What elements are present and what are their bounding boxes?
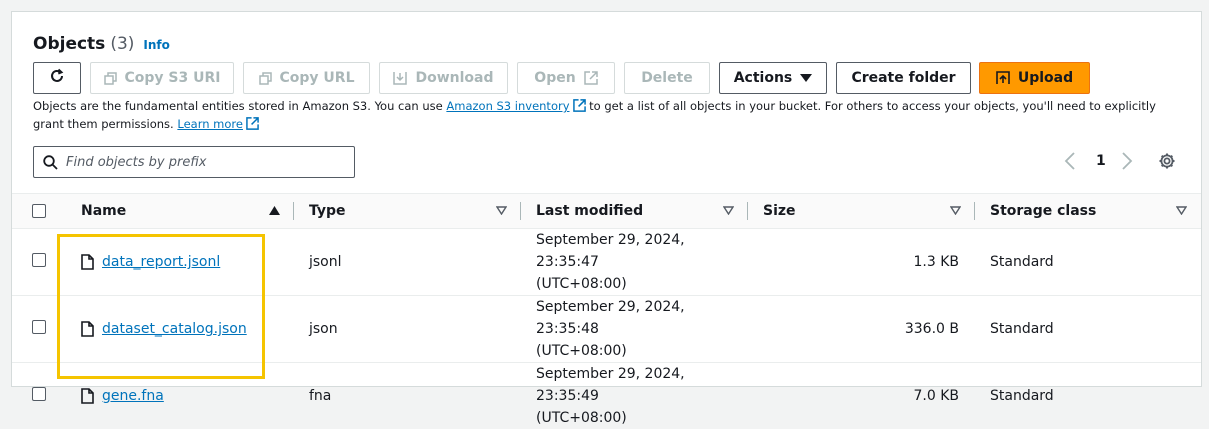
- upload-icon: [996, 71, 1010, 85]
- column-header-type[interactable]: Type: [294, 194, 521, 229]
- modified-timezone: (UTC+08:00): [536, 273, 748, 295]
- copy-s3-uri-button[interactable]: Copy S3 URI: [90, 62, 234, 94]
- refresh-icon: [49, 68, 65, 88]
- column-header-size[interactable]: Size: [748, 194, 975, 229]
- refresh-button[interactable]: [33, 62, 81, 94]
- modified-date: September 29, 2024, 23:35:47: [536, 229, 748, 273]
- row-checkbox[interactable]: [32, 320, 46, 334]
- object-storage-class: Standard: [975, 229, 1201, 296]
- description: Objects are the fundamental entities sto…: [33, 98, 1183, 134]
- sort-caret-icon[interactable]: [1176, 203, 1187, 219]
- info-link[interactable]: Info: [143, 38, 169, 52]
- table-row[interactable]: dataset_catalog.json json September 29, …: [12, 296, 1201, 363]
- column-header-last-modified[interactable]: Last modified: [521, 194, 748, 229]
- column-label-size: Size: [763, 203, 950, 219]
- object-count: (3): [110, 34, 134, 54]
- column-label-name: Name: [81, 203, 269, 219]
- objects-panel: Objects (3) Info Copy S3 URI Copy URL Do…: [11, 11, 1202, 387]
- table-row[interactable]: data_report.jsonl jsonl September 29, 20…: [12, 229, 1201, 296]
- download-button[interactable]: Download: [379, 62, 508, 94]
- sort-caret-icon[interactable]: [723, 203, 734, 219]
- objects-header: Objects (3) Info: [33, 34, 170, 54]
- file-icon: [81, 321, 94, 337]
- delete-button[interactable]: Delete: [624, 62, 710, 94]
- object-last-modified: September 29, 2024, 23:35:48(UTC+08:00): [521, 296, 748, 363]
- copy-url-button[interactable]: Copy URL: [243, 62, 370, 94]
- object-name-link[interactable]: dataset_catalog.json: [102, 321, 247, 337]
- select-all-checkbox[interactable]: [32, 204, 46, 218]
- column-header-storage-class[interactable]: Storage class: [975, 194, 1201, 229]
- object-name-link[interactable]: data_report.jsonl: [102, 254, 220, 270]
- row-checkbox[interactable]: [32, 253, 46, 267]
- next-page-icon[interactable]: [1121, 152, 1133, 174]
- upload-button[interactable]: Upload: [979, 62, 1090, 94]
- external-link-icon: [584, 71, 598, 85]
- page-title: Objects: [33, 34, 105, 54]
- open-button[interactable]: Open: [517, 62, 615, 94]
- previous-page-icon[interactable]: [1064, 152, 1076, 174]
- select-all-header: [12, 194, 66, 229]
- actions-label: Actions: [734, 70, 793, 86]
- file-icon: [81, 254, 94, 270]
- delete-label: Delete: [641, 70, 693, 86]
- search-icon: [43, 155, 58, 170]
- object-storage-class: Standard: [975, 296, 1201, 363]
- object-size: 336.0 B: [748, 296, 975, 363]
- external-link-icon: [573, 99, 586, 116]
- download-icon: [393, 71, 407, 85]
- column-header-name[interactable]: Name: [66, 194, 294, 229]
- create-folder-label: Create folder: [851, 70, 955, 86]
- table-header-row: Name Type Last modified: [12, 194, 1201, 229]
- copy-s3-uri-label: Copy S3 URI: [125, 70, 221, 86]
- row-checkbox[interactable]: [32, 387, 46, 401]
- copy-icon: [259, 72, 272, 85]
- object-size: 1.3 KB: [748, 229, 975, 296]
- object-name-link[interactable]: gene.fna: [102, 388, 164, 404]
- objects-table: Name Type Last modified: [12, 193, 1201, 429]
- modified-date: September 29, 2024, 23:35:48: [536, 296, 748, 340]
- actions-dropdown[interactable]: Actions: [719, 62, 827, 94]
- external-link-icon: [246, 117, 259, 134]
- page-number[interactable]: 1: [1096, 153, 1106, 169]
- sort-caret-icon[interactable]: [950, 203, 961, 219]
- column-label-storage-class: Storage class: [990, 203, 1176, 219]
- sort-ascending-icon[interactable]: [269, 203, 280, 219]
- sort-caret-icon[interactable]: [496, 203, 507, 219]
- download-label: Download: [415, 70, 493, 86]
- search-field[interactable]: [33, 146, 355, 178]
- description-text-1: Objects are the fundamental entities sto…: [33, 99, 446, 113]
- upload-label: Upload: [1018, 70, 1073, 86]
- modified-timezone: (UTC+08:00): [536, 340, 748, 362]
- column-label-last-modified: Last modified: [536, 203, 723, 219]
- learn-more-link[interactable]: Learn more: [177, 117, 243, 131]
- column-label-type: Type: [309, 203, 496, 219]
- object-last-modified: September 29, 2024, 23:35:47(UTC+08:00): [521, 229, 748, 296]
- copy-url-label: Copy URL: [280, 70, 355, 86]
- search-input[interactable]: [66, 155, 336, 170]
- modified-timezone: (UTC+08:00): [536, 407, 748, 429]
- file-icon: [81, 388, 94, 404]
- object-type: jsonl: [294, 229, 521, 296]
- open-label: Open: [534, 70, 575, 86]
- copy-icon: [104, 72, 117, 85]
- create-folder-button[interactable]: Create folder: [836, 62, 971, 94]
- object-type: json: [294, 296, 521, 363]
- s3-inventory-link[interactable]: Amazon S3 inventory: [446, 99, 569, 113]
- settings-gear-icon[interactable]: [1158, 152, 1176, 174]
- modified-date: September 29, 2024, 23:35:49: [536, 363, 748, 407]
- caret-down-icon: [800, 73, 812, 83]
